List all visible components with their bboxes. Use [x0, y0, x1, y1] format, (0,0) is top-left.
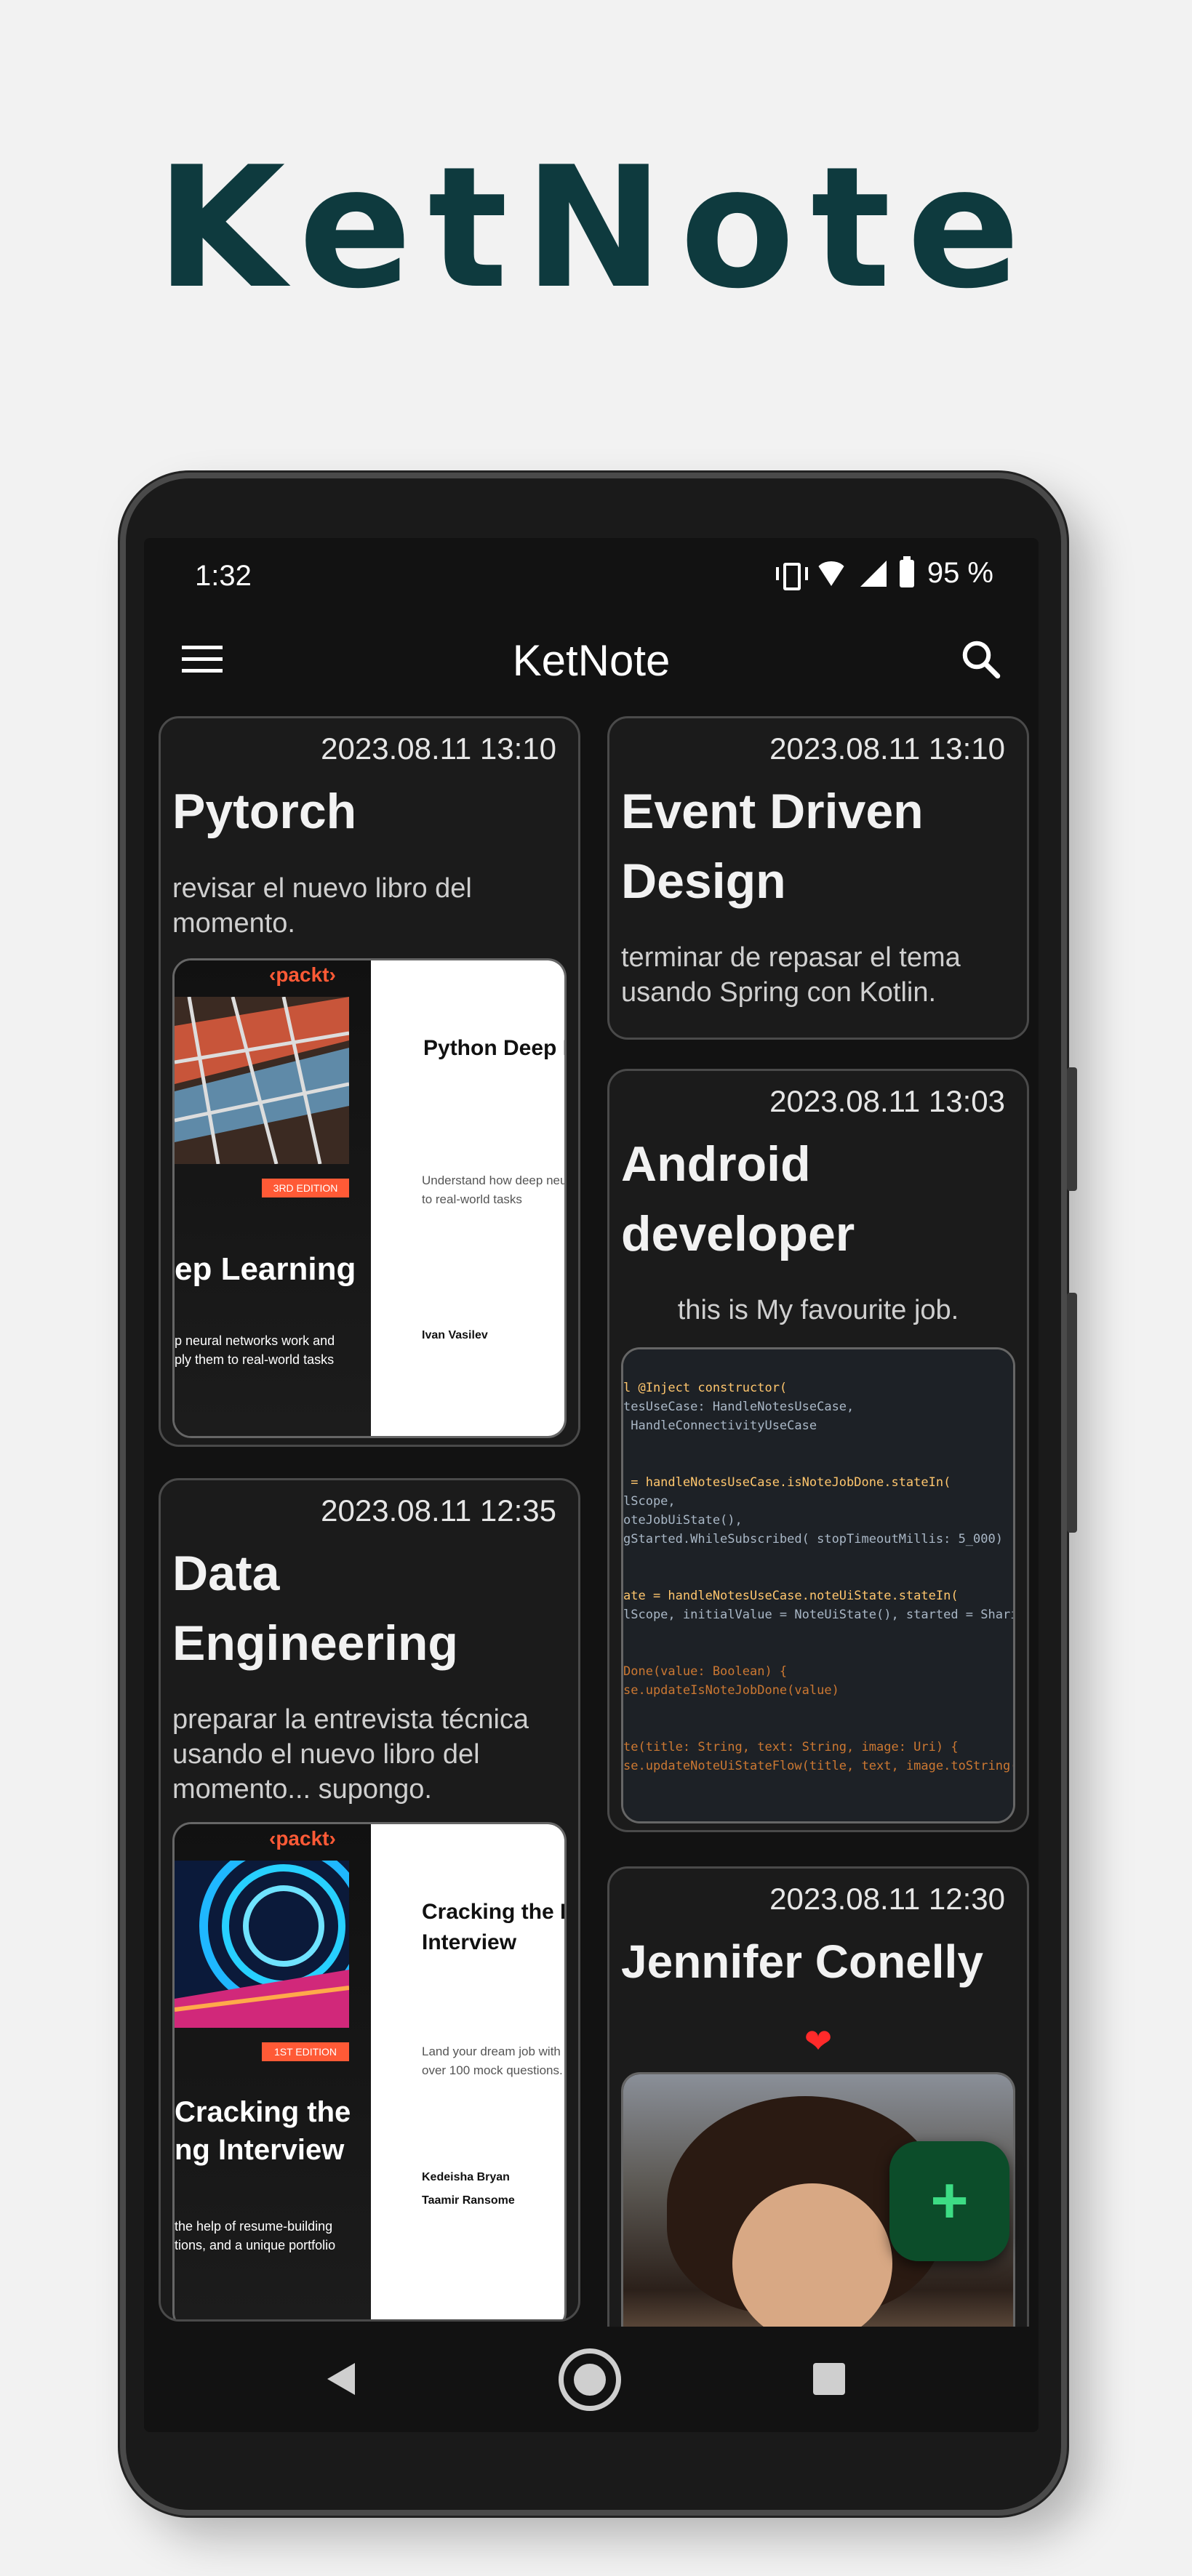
note-image: ‹packt› 1ST EDITION Cracking the ng Inte…	[172, 1822, 567, 2319]
note-card[interactable]: 2023.08.11 12:35 Data Engineering prepar…	[159, 1478, 580, 2322]
wifi-icon	[815, 561, 847, 586]
search-icon[interactable]	[959, 637, 1002, 681]
code-line: ate = handleNotesUseCase.noteUiState.sta…	[623, 1589, 959, 1603]
power-button	[1067, 1293, 1077, 1533]
code-line: gStarted.WhileSubscribed( stopTimeoutMil…	[623, 1532, 1003, 1546]
edition-badge: 1ST EDITION	[262, 2042, 349, 2061]
book-title: Cracking the D Interview	[422, 1900, 564, 1954]
note-title: Android developer	[621, 1136, 855, 1261]
note-image: ‹packt› 3RD EDITION ep Learning p neural…	[172, 958, 567, 1438]
code-line: HandleConnectivityUseCase	[623, 1419, 817, 1433]
code-line: se.updateNoteUiStateFlow(title, text, im…	[623, 1759, 1015, 1773]
note-body: preparar la entrevista técnica usando el…	[172, 1704, 529, 1805]
note-date: 2023.08.11 12:30	[769, 1882, 1005, 1916]
note-title: Event Driven Design	[621, 784, 924, 909]
navigation-bar	[144, 2327, 1039, 2432]
note-image: l @Inject constructor( tesUseCase: Handle…	[621, 1347, 1015, 1823]
note-title: Pytorch	[172, 784, 357, 839]
app-bar: KetNote	[144, 611, 1039, 705]
home-icon[interactable]	[559, 2348, 621, 2411]
note-card[interactable]: 2023.08.11 13:03 Android developer this …	[607, 1069, 1029, 1832]
recents-icon[interactable]	[813, 2363, 845, 2395]
battery-level: 95 %	[927, 557, 993, 589]
cover-subtitle: p neural networks work and ply them to r…	[175, 1333, 335, 1367]
publisher-logo: ‹packt›	[269, 1827, 336, 1850]
book-author: Ivan Vasilev	[422, 1329, 488, 1341]
note-body: terminar de repasar el tema usando Sprin…	[621, 942, 961, 1008]
book-author: Kedeisha Bryan Taamir Ransome	[422, 2171, 515, 2207]
code-line: tesUseCase: HandleNotesUseCase,	[623, 1400, 855, 1414]
book-description: Understand how deep neu to real-world ta…	[422, 1173, 567, 1206]
note-card[interactable]: 2023.08.11 12:30 Jennifer Conelly ❤	[607, 1866, 1029, 2375]
code-line: lScope, initialValue = NoteUiState(), st…	[623, 1608, 1015, 1622]
note-date: 2023.08.11 13:10	[321, 731, 556, 766]
book-cover: ‹packt› 1ST EDITION Cracking the ng Inte…	[175, 1824, 564, 2319]
phone-screen: 1:32 95 % KetNote 2023.08.11 13:10 Pytor…	[144, 538, 1039, 2432]
cover-photo	[175, 997, 349, 1164]
code-line: se.updateIsNoteJobDone(value)	[623, 1683, 839, 1698]
book-description: Land your dream job with over 100 mock q…	[422, 2045, 563, 2077]
note-card[interactable]: 2023.08.11 13:10 Pytorch revisar el nuev…	[159, 716, 580, 1447]
cover-title: ep Learning	[175, 1251, 356, 1287]
signal-icon	[860, 560, 887, 587]
note-title: Data Engineering	[172, 1546, 458, 1671]
edition-badge: 3RD EDITION	[262, 1179, 349, 1197]
code-line: l @Inject constructor(	[623, 1381, 788, 1395]
vibrate-icon	[775, 561, 808, 590]
cover-subtitle: the help of resume-building tions, and a…	[175, 2219, 336, 2252]
add-icon: +	[930, 2164, 969, 2237]
code-line: lScope,	[623, 1494, 676, 1509]
promo-title: KetNote	[156, 132, 1036, 326]
publisher-logo: ‹packt›	[269, 963, 336, 986]
book-cover: ‹packt› 3RD EDITION ep Learning p neural…	[175, 960, 564, 1436]
code-line: oteJobUiState(),	[623, 1513, 743, 1528]
cover-photo	[175, 1861, 349, 2028]
note-body: this is My favourite job.	[677, 1295, 959, 1325]
status-time: 1:32	[195, 560, 252, 592]
note-date: 2023.08.11 13:03	[769, 1084, 1005, 1118]
note-body: revisar el nuevo libro del momento.	[172, 873, 472, 939]
battery-icon	[899, 555, 914, 587]
add-note-button[interactable]: +	[889, 2141, 1009, 2261]
code-line: = handleNotesUseCase.isNoteJobDone.state…	[623, 1475, 951, 1490]
note-title: Jennifer Conelly	[621, 1935, 983, 1988]
code-line: Done(value: Boolean) {	[623, 1664, 788, 1679]
status-icons: 95 %	[775, 555, 993, 590]
note-date: 2023.08.11 12:35	[321, 1493, 556, 1528]
heart-icon: ❤	[804, 2022, 833, 2060]
app-title: KetNote	[512, 636, 671, 685]
status-bar: 1:32 95 %	[144, 538, 1039, 611]
back-icon[interactable]	[327, 2363, 355, 2395]
code-line: te(title: String, text: String, image: U…	[623, 1740, 959, 1754]
note-date: 2023.08.11 13:10	[769, 731, 1005, 766]
volume-button	[1067, 1067, 1077, 1191]
cover-title: Cracking the ng Interview	[175, 2096, 351, 2166]
code-screenshot: l @Inject constructor( tesUseCase: Handle…	[623, 1349, 1013, 1821]
book-title: Python Deep L	[423, 1036, 567, 1060]
note-card[interactable]: 2023.08.11 13:10 Event Driven Design ter…	[607, 716, 1029, 1040]
